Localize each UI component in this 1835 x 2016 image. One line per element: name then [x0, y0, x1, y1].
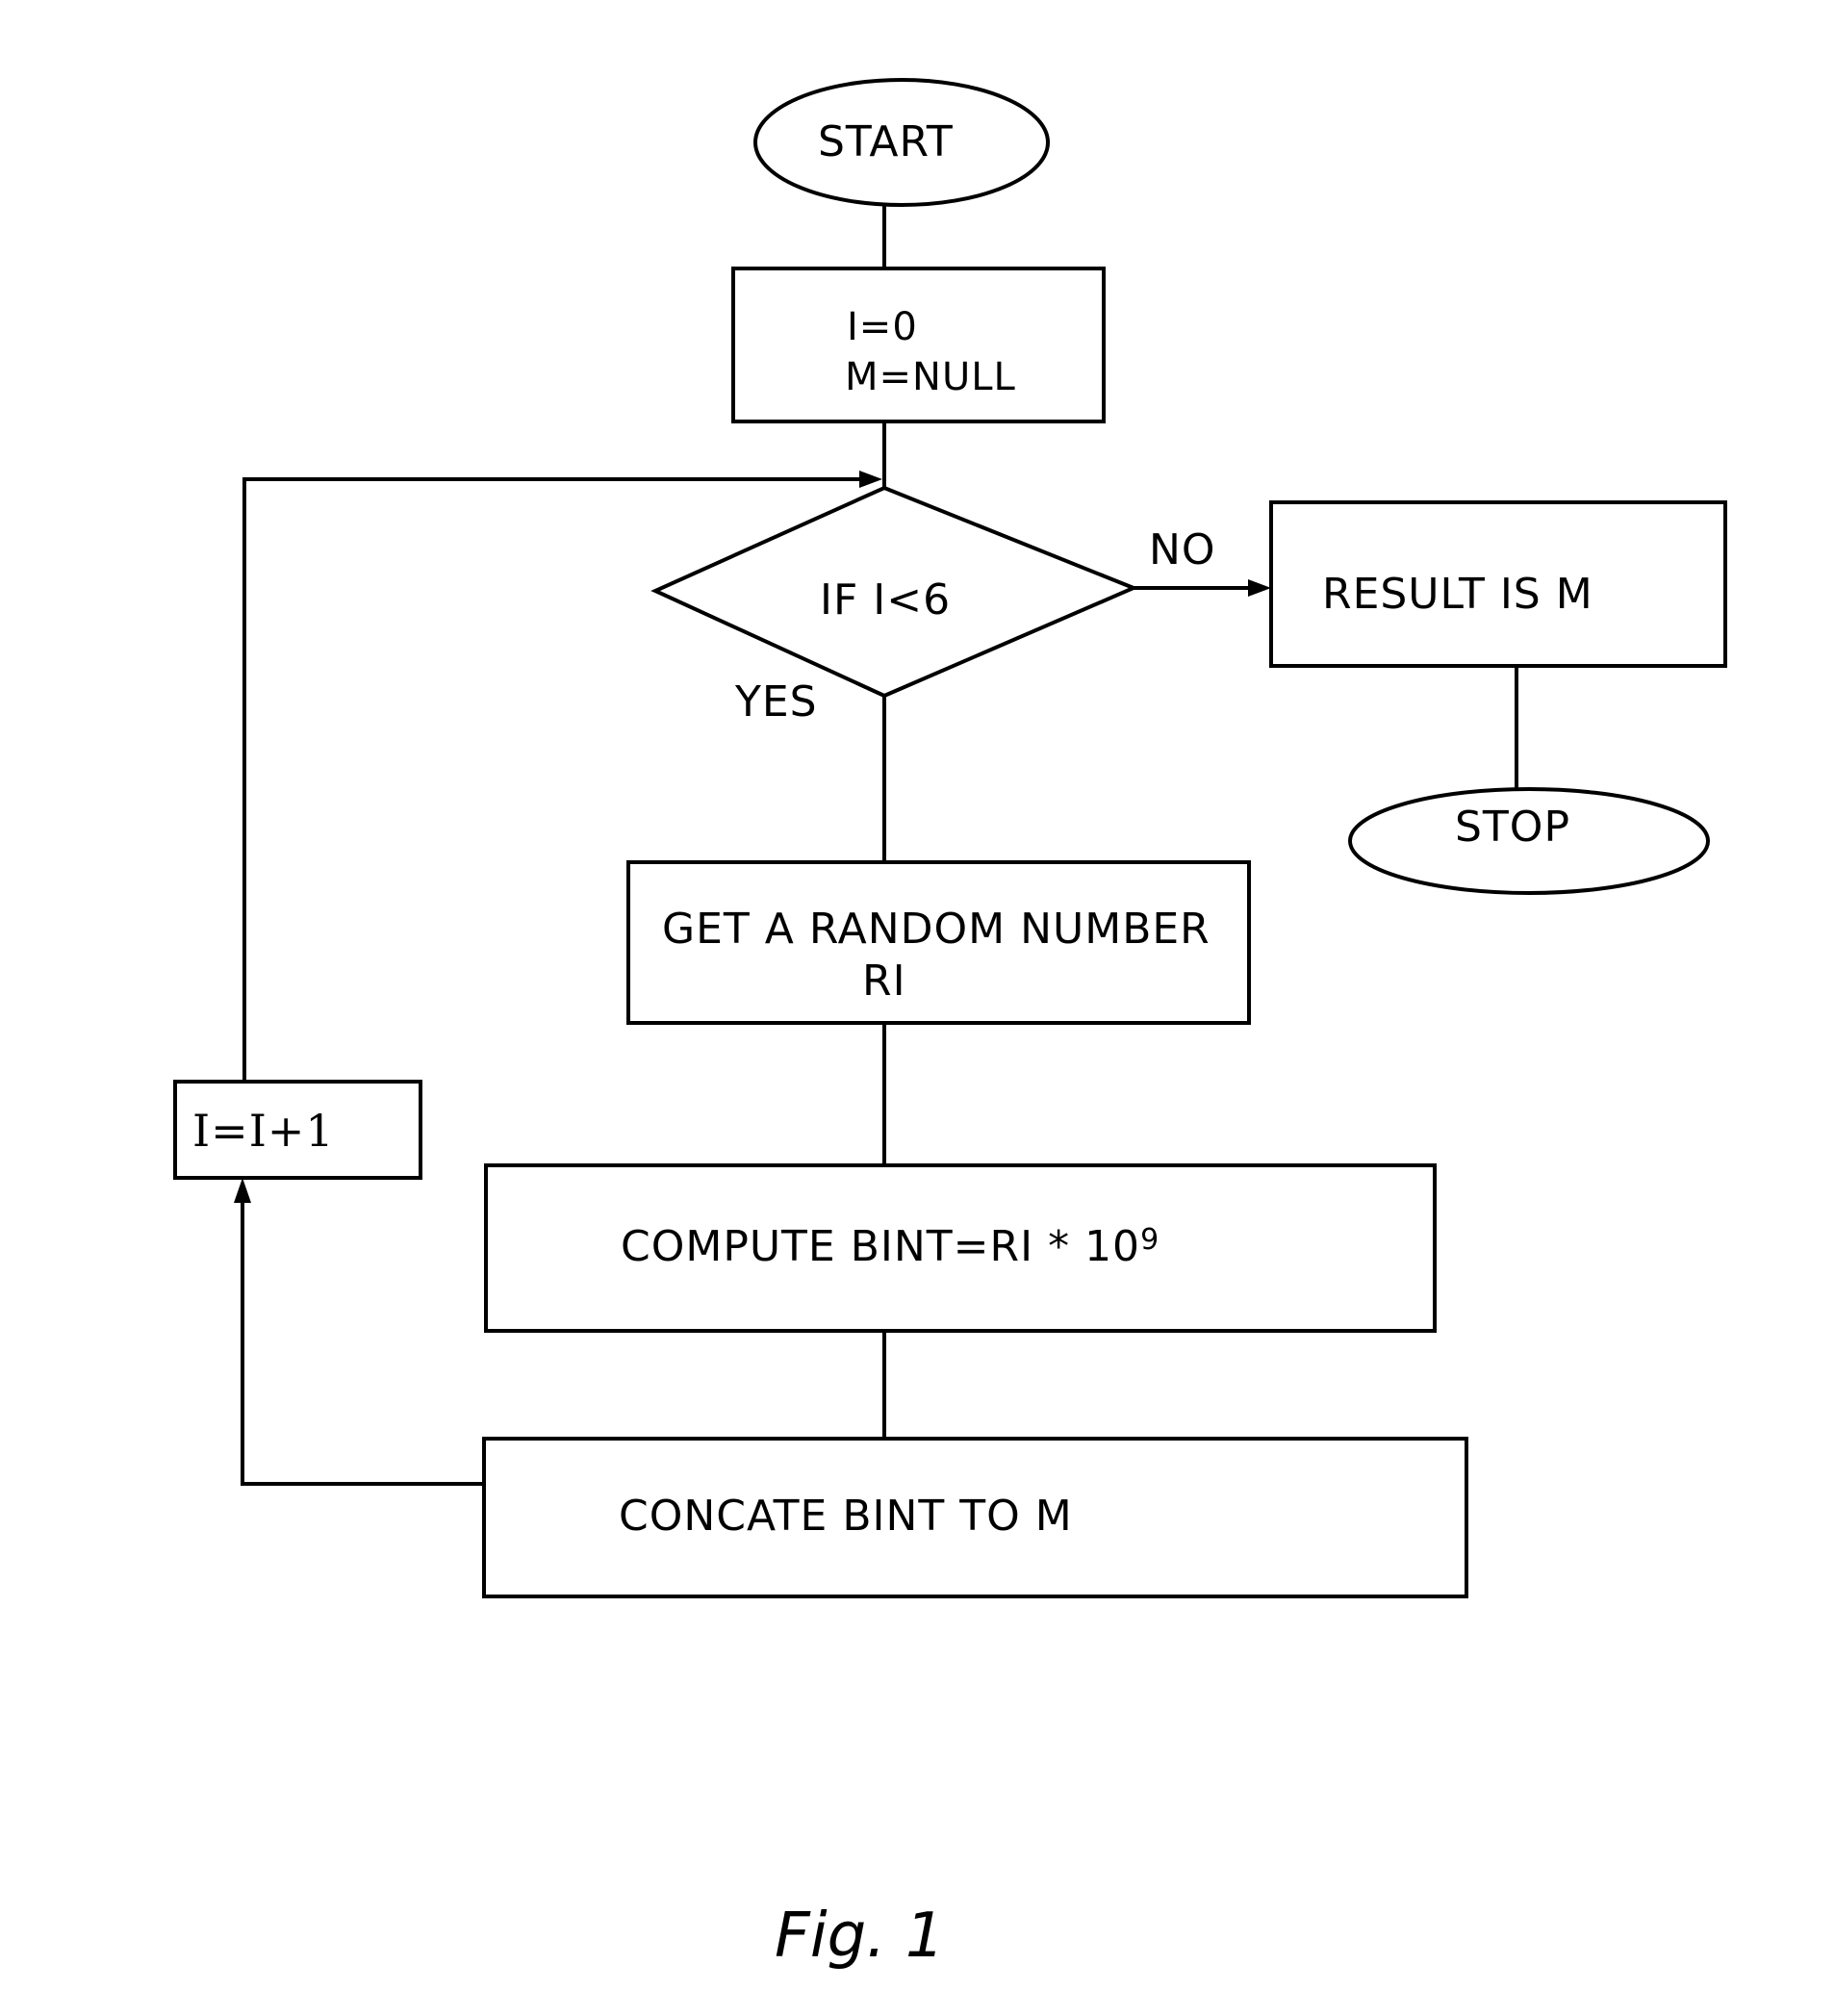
- arrowhead-to-decision: [859, 471, 882, 488]
- compute-label: COMPUTE BINT=RI * 109: [621, 1222, 1160, 1271]
- increment-label: I=I+1: [192, 1105, 335, 1157]
- edge-concat-increment: [241, 1193, 484, 1486]
- init-line2: M=NULL: [845, 355, 1016, 399]
- compute-text: COMPUTE BINT=RI * 10: [621, 1222, 1141, 1271]
- no-label: NO: [1149, 525, 1216, 574]
- decision-label: IF I<6: [820, 575, 952, 625]
- random-line1: GET A RANDOM NUMBER: [662, 905, 1211, 954]
- yes-label: YES: [735, 677, 818, 727]
- result-label: RESULT IS M: [1322, 570, 1593, 619]
- init-line1: I=0: [847, 305, 918, 349]
- flowchart: [173, 78, 1727, 1598]
- stop-label: STOP: [1455, 803, 1570, 852]
- arrowhead-to-result: [1248, 579, 1271, 597]
- arrowhead-to-increment: [234, 1178, 251, 1203]
- compute-exponent: 9: [1140, 1223, 1160, 1257]
- figure-caption: Fig. 1: [775, 1901, 945, 1972]
- concat-label: CONCATE BINT TO M: [619, 1492, 1073, 1541]
- random-line2: RI: [862, 957, 906, 1006]
- start-label: START: [818, 117, 954, 166]
